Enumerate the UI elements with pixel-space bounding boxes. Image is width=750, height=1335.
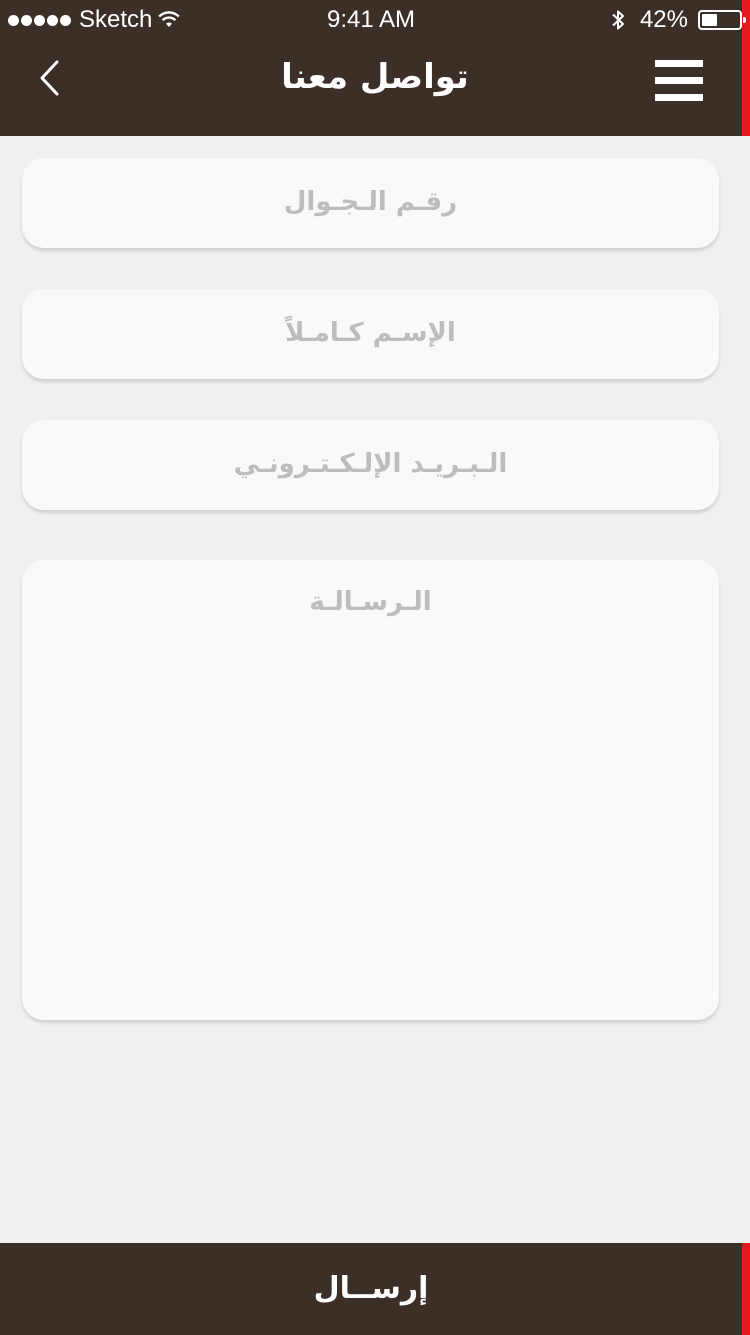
send-button[interactable]: إرســال: [0, 1243, 750, 1335]
navigation-header: Sketch 9:41 AM 42% تواصل معنا: [0, 0, 750, 136]
send-button-label: إرســال: [313, 1271, 429, 1306]
menu-bar: [655, 77, 703, 84]
hamburger-menu-button[interactable]: [652, 58, 706, 104]
email-field[interactable]: الـبـريـد الإلـكـتـرونـي: [22, 420, 719, 510]
chevron-left-icon: [40, 60, 59, 96]
bluetooth-icon: [612, 10, 624, 30]
battery-tip: [743, 17, 746, 23]
back-button[interactable]: [30, 56, 70, 100]
page-title: تواصل معنا: [281, 57, 469, 97]
mobile-number-field[interactable]: رقـم الـجـوال: [22, 158, 719, 248]
battery-percent: 42%: [639, 6, 688, 33]
status-bar: Sketch 9:41 AM 42%: [0, 0, 746, 40]
battery-icon: [698, 10, 746, 30]
accent-edge: [742, 1243, 750, 1335]
menu-bar: [655, 94, 703, 101]
full-name-field[interactable]: الإسـم كـامـلاً: [22, 289, 719, 379]
menu-bar: [655, 60, 703, 67]
message-textarea[interactable]: الـرسـالـة: [22, 560, 719, 1020]
battery-level-fill: [702, 14, 717, 26]
status-right: 42%: [610, 6, 746, 34]
